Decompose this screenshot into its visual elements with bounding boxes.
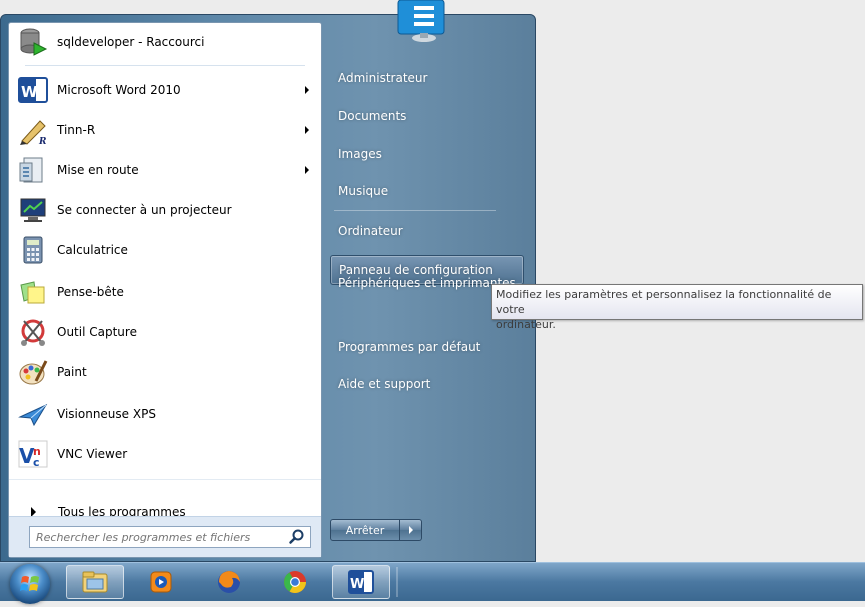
shutdown-group: Arrêter	[330, 519, 422, 541]
program-projector[interactable]: Se connecter à un projecteur	[9, 191, 321, 229]
separator	[25, 65, 305, 66]
program-label: Mise en route	[57, 163, 139, 177]
program-paint[interactable]: Paint	[9, 353, 321, 391]
right-item-label: Périphériques et imprimantes	[338, 276, 516, 290]
start-orb-icon[interactable]	[10, 564, 50, 604]
program-snipping-tool[interactable]: Outil Capture	[9, 313, 321, 351]
right-item-administrateur[interactable]: Administrateur	[330, 63, 524, 93]
program-label: Microsoft Word 2010	[57, 83, 181, 97]
tooltip-line-2: ordinateur.	[496, 318, 556, 331]
programs-pane: sqldeveloper - Raccourci W Microsoft Wor…	[8, 22, 322, 558]
shutdown-button[interactable]: Arrêter	[330, 519, 400, 541]
taskbar: W	[0, 562, 865, 604]
program-label: Pense-bête	[57, 285, 124, 299]
svg-text:R: R	[38, 137, 47, 145]
user-picture-icon[interactable]	[396, 0, 446, 42]
chrome-icon[interactable]	[266, 565, 324, 599]
calculator-icon	[17, 234, 49, 266]
sqldeveloper-icon	[17, 26, 49, 58]
shutdown-options-button[interactable]	[400, 519, 422, 541]
word-icon: W	[17, 74, 49, 106]
paint-icon	[17, 356, 49, 388]
search-icon[interactable]	[288, 528, 306, 546]
program-label: Tinn-R	[57, 123, 96, 137]
vnc-viewer-icon: V n c	[17, 438, 49, 470]
program-label: Outil Capture	[57, 325, 137, 339]
separator	[9, 479, 321, 480]
search-input[interactable]	[30, 529, 288, 545]
program-word[interactable]: W Microsoft Word 2010	[9, 71, 321, 109]
program-label: Calculatrice	[57, 243, 128, 257]
right-item-documents[interactable]: Documents	[330, 101, 524, 131]
program-sqldeveloper[interactable]: sqldeveloper - Raccourci	[9, 23, 321, 61]
svg-text:c: c	[33, 456, 40, 469]
projector-icon	[17, 194, 49, 226]
search-box[interactable]	[29, 526, 311, 548]
taskbar-divider	[396, 567, 398, 597]
right-item-aide-support[interactable]: Aide et support	[330, 369, 524, 399]
tooltip-line-1: Modifiez les paramètres et personnalisez…	[496, 288, 832, 316]
xps-viewer-icon	[17, 398, 49, 430]
media-player-icon[interactable]	[132, 565, 190, 599]
program-calculator[interactable]: Calculatrice	[9, 231, 321, 269]
right-separator	[334, 210, 496, 211]
svg-text:W: W	[21, 83, 38, 101]
search-area	[9, 516, 321, 557]
program-label: Se connecter à un projecteur	[57, 203, 232, 217]
right-item-ordinateur[interactable]: Ordinateur	[330, 216, 524, 246]
explorer-icon[interactable]	[66, 565, 124, 599]
submenu-arrow-icon[interactable]	[305, 126, 309, 134]
program-getting-started[interactable]: Mise en route	[9, 151, 321, 189]
tinn-r-icon: R	[17, 114, 49, 146]
word-taskbar-icon[interactable]: W	[332, 565, 390, 599]
program-label: Visionneuse XPS	[57, 407, 156, 421]
submenu-arrow-icon[interactable]	[305, 86, 309, 94]
program-sticky-notes[interactable]: Pense-bête	[9, 273, 321, 311]
program-xps-viewer[interactable]: Visionneuse XPS	[9, 395, 321, 433]
program-vnc-viewer[interactable]: V n c VNC Viewer	[9, 435, 321, 473]
program-tinn-r[interactable]: R Tinn-R	[9, 111, 321, 149]
submenu-arrow-icon[interactable]	[305, 166, 309, 174]
program-label: Paint	[57, 365, 87, 379]
svg-text:W: W	[350, 577, 364, 592]
program-label: sqldeveloper - Raccourci	[57, 35, 205, 49]
snipping-tool-icon	[17, 316, 49, 348]
tooltip: Modifiez les paramètres et personnalisez…	[491, 284, 863, 331]
getting-started-icon	[17, 154, 49, 186]
program-label: VNC Viewer	[57, 447, 128, 461]
right-item-images[interactable]: Images	[330, 139, 524, 169]
arrow-right-icon	[408, 526, 413, 534]
right-item-programmes-defaut[interactable]: Programmes par défaut	[330, 332, 524, 362]
sticky-notes-icon	[17, 276, 49, 308]
firefox-icon[interactable]	[200, 565, 258, 599]
right-item-musique[interactable]: Musique	[330, 176, 524, 206]
